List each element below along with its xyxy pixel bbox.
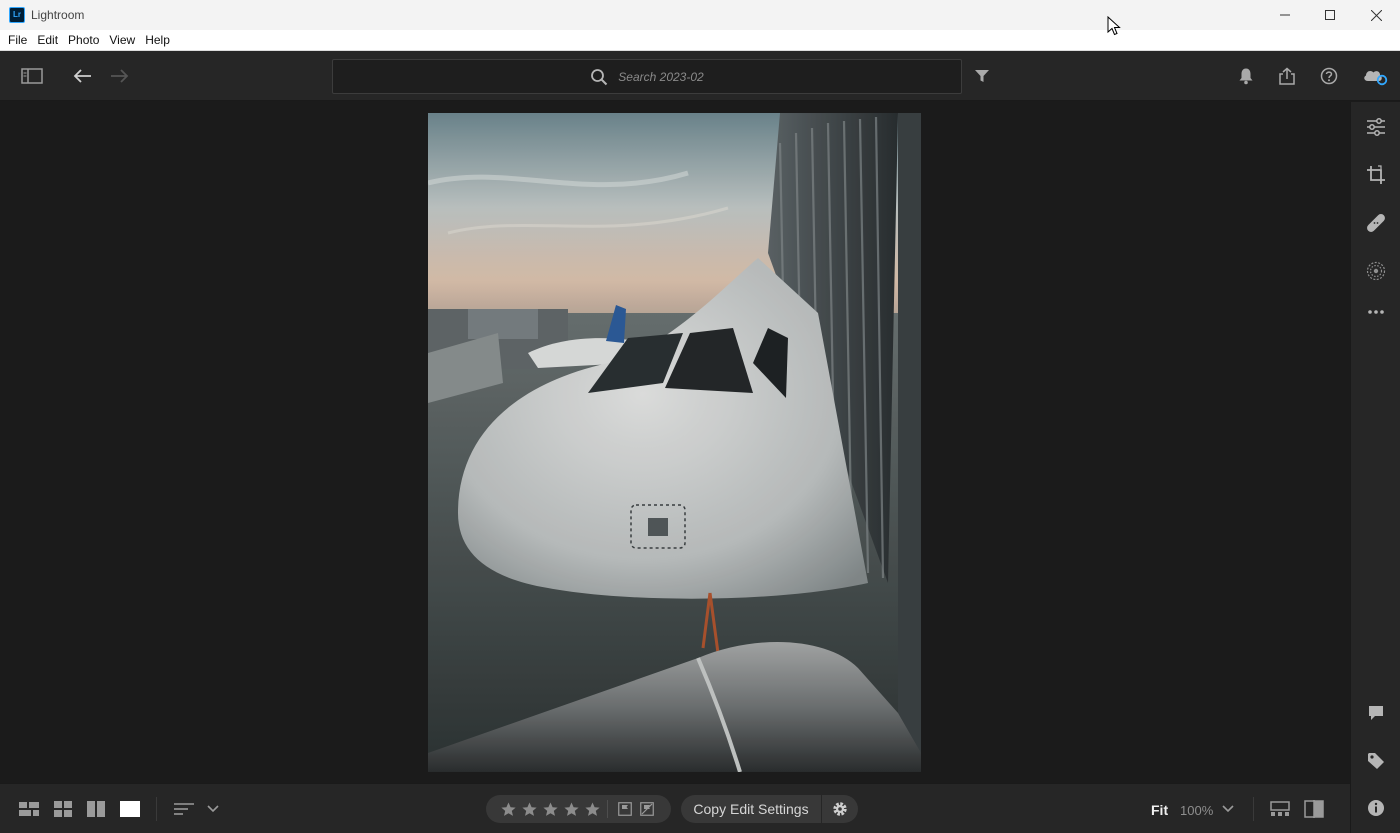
filter-button[interactable] <box>970 64 994 88</box>
detail-view-button[interactable] <box>119 798 141 820</box>
flag-reject-button[interactable] <box>636 799 658 819</box>
before-after-icon <box>1304 800 1324 818</box>
copy-edit-settings-button[interactable]: Copy Edit Settings <box>681 795 821 823</box>
window-title: Lightroom <box>31 8 85 22</box>
gear-icon <box>833 802 847 816</box>
search-placeholder: Search 2023-02 <box>618 69 704 84</box>
comments-button[interactable] <box>1363 700 1389 726</box>
help-button[interactable] <box>1317 64 1341 88</box>
filmstrip-toggle-button[interactable] <box>1269 798 1291 820</box>
zoom-level-option[interactable]: 100% <box>1180 803 1213 818</box>
chevron-down-icon <box>207 805 219 813</box>
menu-photo[interactable]: Photo <box>63 30 104 51</box>
minimize-icon <box>1280 14 1290 16</box>
menu-edit[interactable]: Edit <box>32 30 63 51</box>
info-icon <box>1368 800 1384 816</box>
share-button[interactable] <box>1275 64 1299 88</box>
star-icon <box>543 802 558 816</box>
close-icon <box>1370 9 1382 21</box>
zoom-fit-option[interactable]: Fit <box>1151 802 1168 818</box>
more-tools-button[interactable] <box>1363 299 1389 325</box>
cloud-sync-icon <box>1364 70 1388 86</box>
photo-grid-view-button[interactable] <box>18 798 40 820</box>
flag-pick-icon <box>618 802 632 816</box>
sort-button[interactable] <box>173 798 195 820</box>
menu-bar: File Edit Photo View Help <box>0 30 1400 51</box>
star-icon <box>522 802 537 816</box>
star-rating-5[interactable] <box>582 799 603 819</box>
right-tool-panel <box>1350 102 1400 833</box>
menu-view[interactable]: View <box>104 30 140 51</box>
filter-icon <box>975 70 989 82</box>
masking-icon <box>1366 261 1386 281</box>
main-photo[interactable] <box>428 113 921 772</box>
arrow-right-icon <box>111 69 129 83</box>
rating-divider <box>607 800 608 818</box>
close-button[interactable] <box>1353 0 1399 30</box>
info-button[interactable] <box>1363 795 1389 821</box>
before-after-button[interactable] <box>1303 798 1325 820</box>
edit-sliders-icon <box>1367 118 1385 136</box>
toggle-panel-button[interactable] <box>20 64 44 88</box>
bell-icon <box>1239 68 1253 85</box>
flag-reject-icon <box>640 802 654 816</box>
minimize-button[interactable] <box>1262 0 1308 30</box>
search-icon <box>590 68 608 86</box>
sort-icon <box>174 803 194 815</box>
edit-button[interactable] <box>1363 114 1389 140</box>
more-icon <box>1368 310 1384 314</box>
masking-button[interactable] <box>1363 258 1389 284</box>
divider <box>156 797 157 821</box>
crop-icon <box>1367 165 1385 184</box>
back-button[interactable] <box>70 64 94 88</box>
lightroom-logo-icon: Lr <box>9 7 25 23</box>
compare-view-button[interactable] <box>85 798 107 820</box>
star-icon <box>501 802 516 816</box>
square-grid-view-button[interactable] <box>52 798 74 820</box>
healing-icon <box>1367 214 1385 232</box>
sort-dropdown-button[interactable] <box>205 798 221 820</box>
cloud-sync-button[interactable] <box>1361 64 1389 88</box>
keywords-button[interactable] <box>1363 748 1389 774</box>
zoom-dropdown-button[interactable] <box>1220 798 1236 820</box>
divider <box>1253 797 1254 821</box>
square-grid-icon <box>54 801 72 817</box>
menu-file[interactable]: File <box>3 30 32 51</box>
search-input[interactable]: Search 2023-02 <box>332 59 962 94</box>
top-toolbar: Search 2023-02 <box>0 51 1400 101</box>
star-icon <box>564 802 579 816</box>
star-rating-3[interactable] <box>540 799 561 819</box>
crop-button[interactable] <box>1363 162 1389 188</box>
star-rating-1[interactable] <box>498 799 519 819</box>
notifications-button[interactable] <box>1234 64 1258 88</box>
forward-button[interactable] <box>108 64 132 88</box>
star-icon <box>585 802 600 816</box>
rating-flag-group <box>486 795 671 823</box>
arrow-left-icon <box>73 69 91 83</box>
compare-view-icon <box>87 801 105 817</box>
star-rating-2[interactable] <box>519 799 540 819</box>
filmstrip-icon <box>1270 801 1290 816</box>
detail-view-icon <box>120 801 140 817</box>
star-rating-4[interactable] <box>561 799 582 819</box>
panel-toggle-icon <box>21 68 43 84</box>
photo-grid-icon <box>19 802 39 816</box>
window-title-bar: Lr Lightroom <box>0 0 1400 30</box>
chevron-down-icon <box>1222 805 1234 813</box>
maximize-icon <box>1325 10 1335 20</box>
tag-icon <box>1368 753 1384 769</box>
help-icon <box>1320 67 1338 85</box>
photo-stage <box>0 102 1350 783</box>
healing-button[interactable] <box>1363 210 1389 236</box>
airplane-photo <box>428 113 921 772</box>
bottom-filmstrip-bar: Copy Edit Settings Fit 100% <box>0 783 1350 833</box>
copy-settings-options-button[interactable] <box>822 795 858 823</box>
maximize-button[interactable] <box>1307 0 1353 30</box>
menu-help[interactable]: Help <box>140 30 175 51</box>
comment-icon <box>1369 706 1383 720</box>
flag-pick-button[interactable] <box>614 799 636 819</box>
share-icon <box>1279 67 1295 85</box>
mouse-cursor-icon <box>1107 16 1121 36</box>
